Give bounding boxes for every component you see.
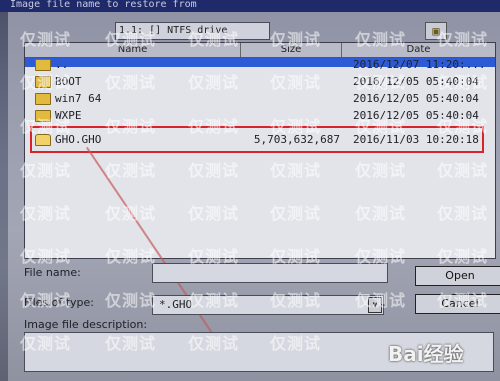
watermark: 仅测试 <box>188 204 240 223</box>
watermark: 仅测试 <box>270 204 322 223</box>
file-list[interactable]: Name Size Date .. 2016/12/07 11:20:... B… <box>24 42 496 259</box>
files-of-type-select[interactable]: *.GHO <box>152 295 384 315</box>
watermark: 仅测试 <box>355 247 407 266</box>
dialog-title: Image file name to restore from <box>0 0 500 12</box>
watermark: 仅测试 <box>20 117 72 136</box>
watermark: 仅测试 <box>20 291 72 310</box>
watermark: 仅测试 <box>437 30 489 49</box>
watermark: 仅测试 <box>105 117 157 136</box>
watermark: 仅测试 <box>355 117 407 136</box>
watermark: 仅测试 <box>270 291 322 310</box>
watermark: 仅测试 <box>270 334 322 353</box>
watermark: 仅测试 <box>20 334 72 353</box>
watermark: 仅测试 <box>188 247 240 266</box>
brand-logo: Bai经验 <box>388 342 464 366</box>
watermark: 仅测试 <box>20 161 72 180</box>
watermark: 仅测试 <box>437 204 489 223</box>
watermark: 仅测试 <box>105 161 157 180</box>
watermark: 仅测试 <box>437 117 489 136</box>
list-item-parent[interactable]: .. 2016/12/07 11:20:... <box>25 56 495 73</box>
list-item-boot[interactable]: BOOT 2016/12/05 05:40:04 <box>25 73 495 90</box>
watermark: 仅测试 <box>188 117 240 136</box>
watermark: 仅测试 <box>105 334 157 353</box>
file-name-label: File name: <box>24 266 81 279</box>
watermark: 仅测试 <box>105 291 157 310</box>
list-item-gho[interactable]: GHO.GHO 5,703,632,687 2016/11/03 10:20:1… <box>25 131 495 148</box>
watermark: 仅测试 <box>270 161 322 180</box>
watermark: 仅测试 <box>105 204 157 223</box>
watermark: 仅测试 <box>355 161 407 180</box>
watermark: 仅测试 <box>437 247 489 266</box>
list-item-win7[interactable]: win7 64 2016/12/05 05:40:04 <box>25 90 495 107</box>
watermark: 仅测试 <box>437 291 489 310</box>
watermark: 仅测试 <box>437 73 489 92</box>
folder-icon <box>35 93 51 105</box>
file-name: win7 64 <box>55 92 102 105</box>
watermark: 仅测试 <box>20 204 72 223</box>
watermark: 仅测试 <box>105 247 157 266</box>
watermark: 仅测试 <box>188 30 240 49</box>
watermark: 仅测试 <box>20 30 72 49</box>
watermark: 仅测试 <box>355 73 407 92</box>
watermark: 仅测试 <box>270 247 322 266</box>
watermark: 仅测试 <box>270 30 322 49</box>
watermark: 仅测试 <box>355 30 407 49</box>
watermark: 仅测试 <box>270 117 322 136</box>
watermark: 仅测试 <box>105 30 157 49</box>
watermark: 仅测试 <box>270 73 322 92</box>
watermark: 仅测试 <box>20 247 72 266</box>
watermark: 仅测试 <box>355 204 407 223</box>
list-item-wxpe[interactable]: WXPE 2016/12/05 05:40:04 <box>25 107 495 124</box>
watermark: 仅测试 <box>20 73 72 92</box>
watermark: 仅测试 <box>188 73 240 92</box>
watermark: 仅测试 <box>188 161 240 180</box>
watermark: 仅测试 <box>437 161 489 180</box>
open-button[interactable]: Open <box>415 266 500 286</box>
watermark: 仅测试 <box>188 291 240 310</box>
watermark: 仅测试 <box>188 334 240 353</box>
watermark: 仅测试 <box>355 291 407 310</box>
watermark: 仅测试 <box>105 73 157 92</box>
